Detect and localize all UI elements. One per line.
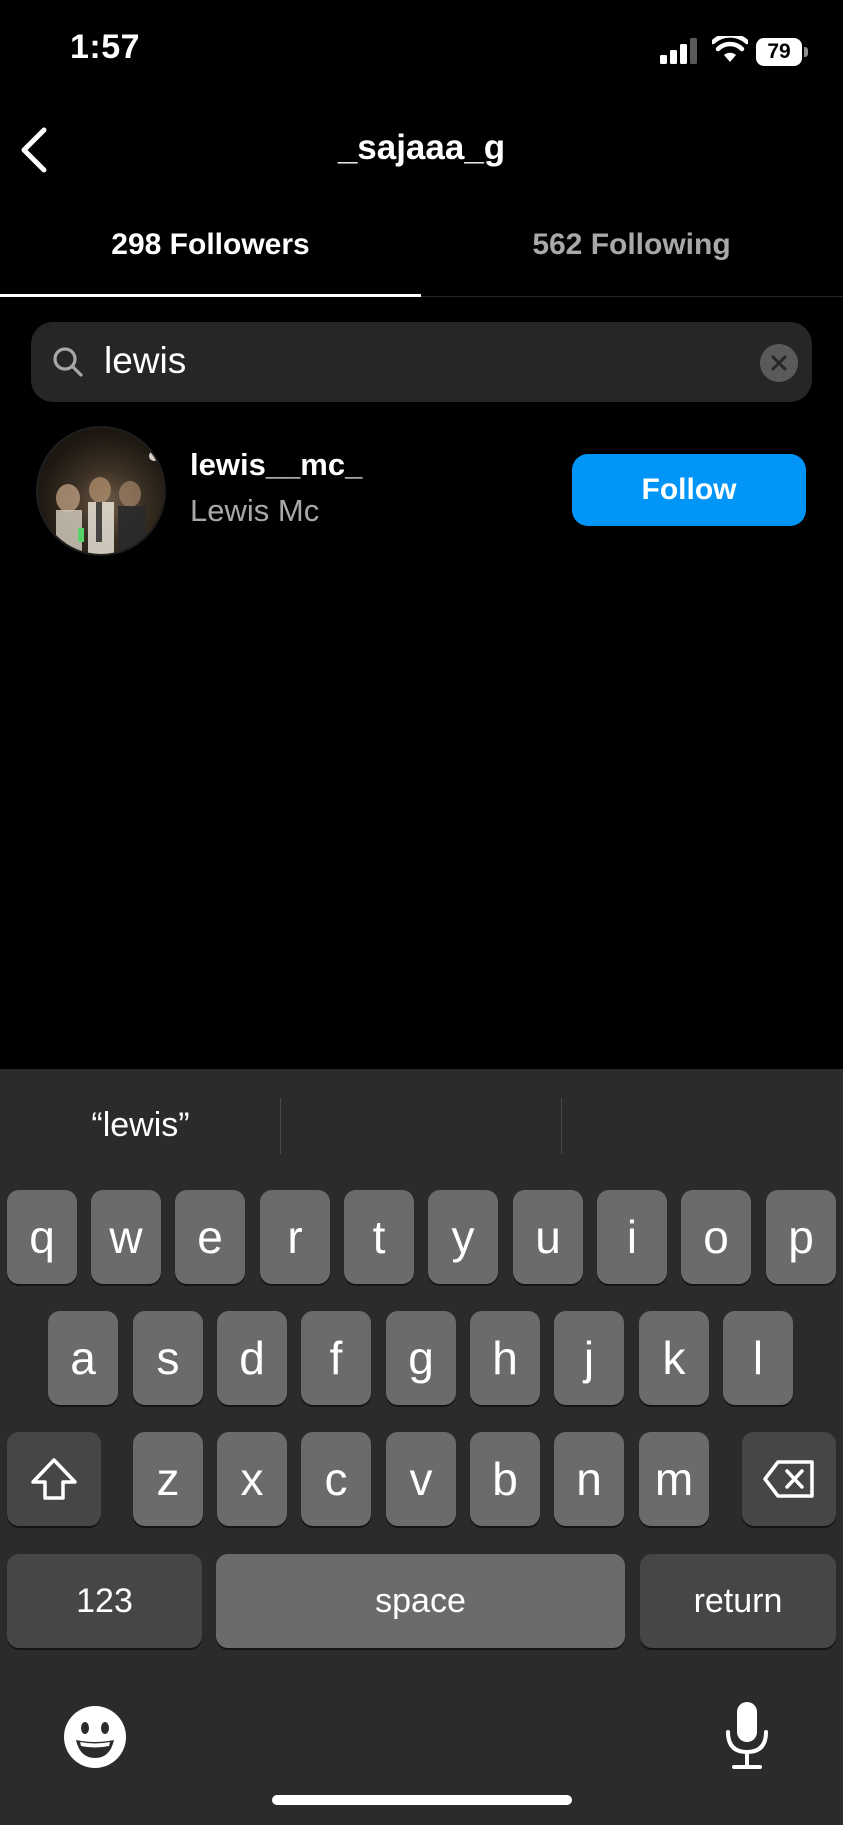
key-i[interactable]: i bbox=[597, 1190, 667, 1284]
key-b[interactable]: b bbox=[470, 1432, 540, 1526]
key-p[interactable]: p bbox=[766, 1190, 836, 1284]
key-m[interactable]: m bbox=[639, 1432, 709, 1526]
suggestion-divider bbox=[561, 1098, 562, 1154]
wifi-icon bbox=[712, 36, 748, 62]
emoji-icon[interactable] bbox=[62, 1704, 128, 1770]
key-n[interactable]: n bbox=[554, 1432, 624, 1526]
active-tab-indicator bbox=[0, 294, 421, 297]
shift-key[interactable] bbox=[7, 1432, 101, 1526]
battery-level: 79 bbox=[756, 38, 802, 66]
shift-arrow-icon bbox=[31, 1458, 77, 1500]
key-u[interactable]: u bbox=[513, 1190, 583, 1284]
search-input[interactable]: lewis bbox=[104, 340, 186, 382]
search-icon bbox=[53, 347, 83, 377]
key-j[interactable]: j bbox=[554, 1311, 624, 1405]
avatar[interactable] bbox=[36, 426, 166, 556]
space-key[interactable]: space bbox=[216, 1554, 625, 1648]
key-z[interactable]: z bbox=[133, 1432, 203, 1526]
page-title: _sajaaa_g bbox=[337, 128, 506, 167]
microphone-icon[interactable] bbox=[722, 1700, 772, 1772]
battery-icon: 79 bbox=[756, 38, 808, 66]
key-h[interactable]: h bbox=[470, 1311, 540, 1405]
result-username[interactable]: lewis__mc_ bbox=[190, 447, 362, 483]
key-a[interactable]: a bbox=[48, 1311, 118, 1405]
key-l[interactable]: l bbox=[723, 1311, 793, 1405]
key-f[interactable]: f bbox=[301, 1311, 371, 1405]
key-g[interactable]: g bbox=[386, 1311, 456, 1405]
follow-button[interactable]: Follow bbox=[572, 454, 806, 526]
key-r[interactable]: r bbox=[260, 1190, 330, 1284]
key-q[interactable]: q bbox=[7, 1190, 77, 1284]
key-c[interactable]: c bbox=[301, 1432, 371, 1526]
tab-followers[interactable]: 298 Followers bbox=[0, 228, 421, 262]
keyboard-suggestion[interactable]: “lewis” bbox=[0, 1106, 281, 1145]
home-indicator[interactable] bbox=[272, 1795, 572, 1805]
key-e[interactable]: e bbox=[175, 1190, 245, 1284]
tab-following[interactable]: 562 Following bbox=[421, 228, 842, 262]
key-d[interactable]: d bbox=[217, 1311, 287, 1405]
key-k[interactable]: k bbox=[639, 1311, 709, 1405]
key-s[interactable]: s bbox=[133, 1311, 203, 1405]
key-o[interactable]: o bbox=[681, 1190, 751, 1284]
return-key[interactable]: return bbox=[640, 1554, 836, 1648]
suggestion-divider bbox=[280, 1098, 281, 1154]
result-fullname: Lewis Mc bbox=[190, 493, 320, 528]
cellular-signal-icon bbox=[660, 38, 697, 64]
key-v[interactable]: v bbox=[386, 1432, 456, 1526]
key-t[interactable]: t bbox=[344, 1190, 414, 1284]
clear-search-icon[interactable] bbox=[760, 344, 798, 382]
key-w[interactable]: w bbox=[91, 1190, 161, 1284]
key-x[interactable]: x bbox=[217, 1432, 287, 1526]
avatar-photo bbox=[56, 451, 159, 554]
status-time: 1:57 bbox=[70, 28, 141, 66]
key-y[interactable]: y bbox=[428, 1190, 498, 1284]
delete-key[interactable] bbox=[742, 1432, 836, 1526]
numbers-key[interactable]: 123 bbox=[7, 1554, 202, 1648]
backspace-icon bbox=[763, 1460, 814, 1498]
